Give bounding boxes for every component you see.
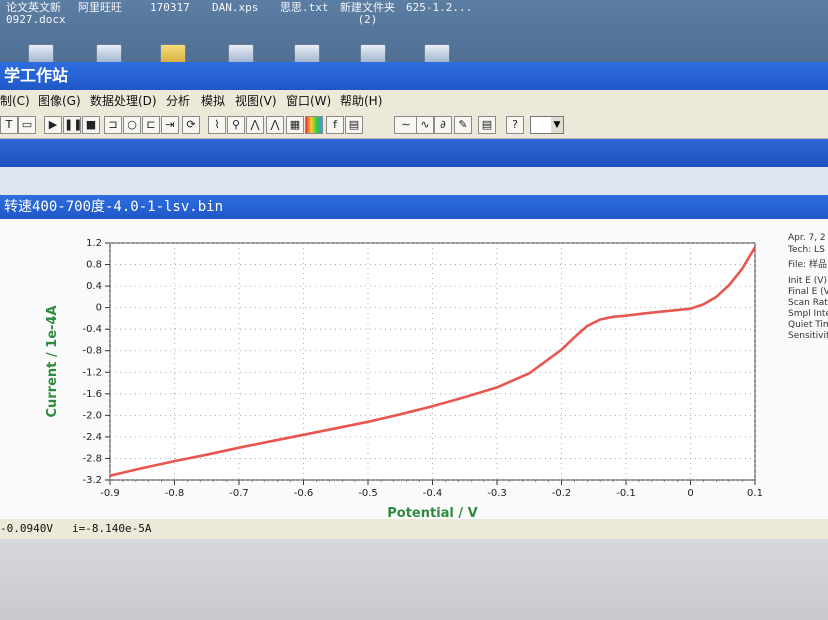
app-title: 学工作站	[4, 66, 69, 85]
desktop-icon-label[interactable]: 思思.txt	[280, 2, 329, 14]
window-bottom-area	[0, 539, 828, 620]
notes-icon[interactable]: ▤	[478, 116, 496, 134]
desktop-icon-label[interactable]: 论文英文新 0927.docx	[6, 2, 66, 26]
stop-icon[interactable]: ■	[82, 116, 100, 134]
info-init-e: Init E (V)	[788, 276, 827, 286]
zoom-icon[interactable]: ⚲	[227, 116, 245, 134]
text-tool-icon[interactable]: T	[0, 116, 18, 134]
x-tick-label: -0.2	[552, 488, 572, 499]
desktop-icon-label[interactable]: 625-1.2...	[406, 2, 472, 14]
pulse-icon[interactable]: ∿	[416, 116, 434, 134]
x-axis-label: Potential / V	[387, 506, 478, 519]
info-date: Apr. 7, 2	[788, 233, 826, 243]
y-tick-label: 0	[96, 303, 102, 314]
y-axis-label: Current / 1e-4A	[45, 305, 60, 417]
frame-icon[interactable]: ▭	[18, 116, 36, 134]
menu-data-processing[interactable]: 数据处理(D)	[90, 90, 157, 112]
lsv-chart[interactable]: -0.9 -0.8 -0.7 -0.6 -0.5 -0.4 -0.3 -0.2 -0.1 0 0.1…	[0, 219, 828, 521]
pause-icon[interactable]: ❚❚	[63, 116, 82, 134]
document-icon[interactable]: ▤	[345, 116, 363, 134]
menu-graphics[interactable]: 图像(G)	[38, 90, 81, 112]
mdi-area-band	[0, 139, 828, 167]
overlay-icon[interactable]: ⋀	[266, 116, 284, 134]
info-scan-rate: Scan Rat	[788, 298, 828, 308]
x-tick-label: -0.9	[100, 488, 120, 499]
menu-simulation[interactable]: 模拟	[201, 90, 225, 112]
cycle-icon[interactable]: ○	[123, 116, 141, 134]
font-icon[interactable]: f	[326, 116, 344, 134]
document-title-bar[interactable]: 转速400-700度-4.0-1-lsv.bin	[0, 195, 828, 219]
desktop-icon-label[interactable]: 170317	[150, 2, 190, 14]
app-title-bar[interactable]: 学工作站	[0, 62, 828, 90]
plot-panel: -0.9 -0.8 -0.7 -0.6 -0.5 -0.4 -0.3 -0.2 -0.1 0 0.1…	[0, 219, 828, 521]
document-title: 转速400-700度-4.0-1-lsv.bin	[4, 199, 224, 215]
menu-bar: 制(C) 图像(G) 数据处理(D) 分析 模拟 视图(V) 窗口(W) 帮助(…	[0, 90, 828, 112]
info-quiet-time: Quiet Time	[788, 320, 828, 330]
y-tick-label: -2.8	[82, 453, 102, 464]
status-current: i=-8.140e-5A	[72, 522, 152, 535]
peak-icon[interactable]: ⋀	[246, 116, 264, 134]
word-file-icon[interactable]	[360, 44, 386, 64]
y-tick-label: -1.2	[82, 367, 102, 378]
info-sensitivity: Sensitivity	[788, 331, 828, 341]
x-tick-label: -0.8	[165, 488, 185, 499]
x-tick-label: 0.1	[747, 488, 763, 499]
mdi-background	[0, 167, 828, 195]
info-final-e: Final E (V	[788, 287, 828, 297]
y-tick-label: 0.4	[86, 281, 102, 292]
desktop-strip: 论文英文新 0927.docx 阿里旺旺 170317 DAN.xps 思思.t…	[0, 0, 828, 64]
toolbar: T ▭ ▶ ❚❚ ■ ⊐ ○ ⊏ ⇥ ⟳ ⌇ ⚲ ⋀ ⋀ ▦ f ▤ ∼ ∿ ∂…	[0, 112, 828, 139]
y-tick-label: 0.8	[86, 260, 102, 271]
x-tick-label: -0.3	[487, 488, 507, 499]
toolbar-dropdown[interactable]: ▼	[530, 116, 564, 134]
x-tick-label: -0.1	[616, 488, 636, 499]
play-icon[interactable]: ▶	[44, 116, 62, 134]
aliwangwang-icon[interactable]	[96, 44, 122, 64]
desktop-icon-label[interactable]: 阿里旺旺	[78, 2, 122, 14]
graph-icon[interactable]: ⌇	[208, 116, 226, 134]
y-tick-label: -0.4	[82, 324, 102, 335]
info-sample-interval: Smpl Inter	[788, 309, 828, 319]
x-tick-label: -0.4	[423, 488, 443, 499]
y-tick-label: -0.8	[82, 346, 102, 357]
info-file: File: 样品	[788, 260, 827, 270]
derivative-icon[interactable]: ∂	[434, 116, 452, 134]
menu-analysis[interactable]: 分析	[166, 90, 190, 112]
y-tick-label: -2.4	[82, 432, 102, 443]
y-tick-label: 1.2	[86, 238, 102, 249]
folder-icon[interactable]	[160, 44, 186, 64]
status-bar: -0.0940V i=-8.140e-5A	[0, 519, 828, 539]
wave-icon[interactable]: ∼	[394, 116, 418, 134]
x-tick-label: -0.5	[358, 488, 378, 499]
y-tick-label: -1.6	[82, 389, 102, 400]
baseline-icon[interactable]: ⊏	[142, 116, 160, 134]
help-pointer-icon[interactable]: ?	[506, 116, 524, 134]
ir-comp-icon[interactable]: ⇥	[161, 116, 179, 134]
x-tick-label: -0.7	[229, 488, 249, 499]
desktop-icon-label[interactable]: 新建文件夹 (2)	[340, 2, 395, 26]
text-file-icon[interactable]	[294, 44, 320, 64]
file-icon[interactable]	[424, 44, 450, 64]
x-tick-label: -0.6	[294, 488, 314, 499]
info-tech: Tech: LS	[788, 245, 825, 255]
status-potential: -0.0940V	[0, 522, 53, 535]
step-icon[interactable]: ⊐	[104, 116, 122, 134]
pen-icon[interactable]: ✎	[454, 116, 472, 134]
menu-control[interactable]: 制(C)	[0, 90, 30, 112]
y-tick-label: -2.0	[82, 410, 102, 421]
x-tick-label: 0	[687, 488, 693, 499]
menu-window[interactable]: 窗口(W)	[286, 90, 331, 112]
xps-file-icon[interactable]	[228, 44, 254, 64]
y-tick-label: -3.2	[82, 475, 102, 486]
desktop-icon-label[interactable]: DAN.xps	[212, 2, 258, 14]
chevron-down-icon[interactable]: ▼	[551, 117, 563, 133]
word-doc-icon[interactable]	[28, 44, 54, 64]
menu-help[interactable]: 帮助(H)	[340, 90, 382, 112]
menu-view[interactable]: 视图(V)	[235, 90, 277, 112]
color-icon[interactable]	[305, 116, 323, 134]
table-icon[interactable]: ▦	[286, 116, 304, 134]
rotate-icon[interactable]: ⟳	[182, 116, 200, 134]
